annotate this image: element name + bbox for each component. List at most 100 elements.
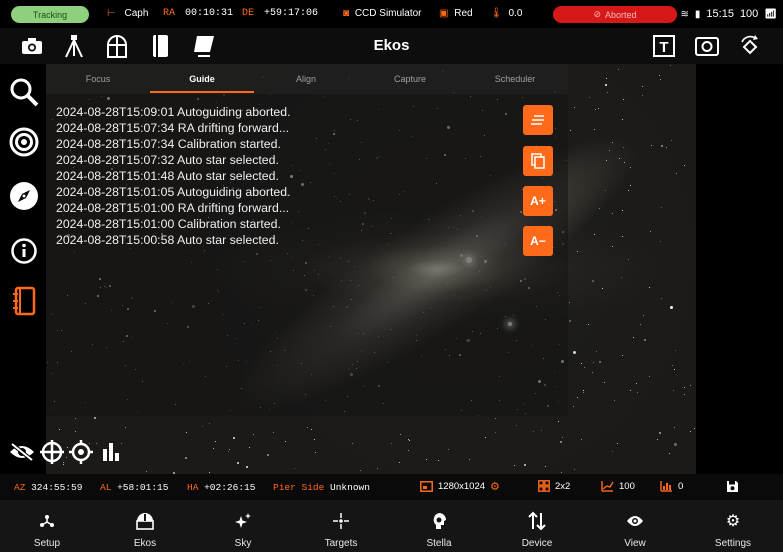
pier-side-readout: Pier Side Unknown xyxy=(273,482,370,493)
star xyxy=(605,84,607,86)
histogram-icon[interactable] xyxy=(97,438,125,466)
log-entry: 2024-08-28T15:01:00 Calibration started. xyxy=(56,217,281,231)
resolution-setting[interactable]: 1280x1024 ⚙ xyxy=(420,480,500,493)
text-overlay-icon[interactable]: T xyxy=(650,32,678,60)
star xyxy=(611,212,613,214)
gain-setting[interactable]: 0 xyxy=(660,480,683,492)
star xyxy=(59,429,61,431)
tab-scheduler[interactable]: Scheduler xyxy=(462,67,568,91)
tab-guide-label: Guide xyxy=(189,74,215,84)
battery-level: 100 xyxy=(739,8,759,20)
star xyxy=(569,301,570,303)
tab-align[interactable]: Align xyxy=(254,67,358,91)
compass-icon[interactable] xyxy=(9,181,39,211)
wifi-icon: 📶︎ xyxy=(764,8,777,20)
rotate-icon[interactable] xyxy=(736,32,764,60)
guide-status-badge[interactable]: ⊘ Aborted xyxy=(553,6,677,23)
tab-capture[interactable]: Capture xyxy=(358,67,462,91)
mount-icon: ⊢ xyxy=(107,8,116,19)
clear-icon xyxy=(531,115,544,125)
font-increase-label: A+ xyxy=(530,194,546,208)
search-icon[interactable] xyxy=(9,77,39,107)
star xyxy=(561,472,563,474)
notebook-icon[interactable] xyxy=(9,286,39,316)
svg-text:T: T xyxy=(659,39,668,56)
nav-device[interactable]: Device xyxy=(488,500,586,552)
target-icon[interactable] xyxy=(9,127,39,157)
guide-status-label: Aborted xyxy=(605,9,637,20)
hide-overlay-icon[interactable] xyxy=(8,438,36,466)
star xyxy=(591,280,594,283)
nav-stella-label: Stella xyxy=(426,538,452,549)
copy-log-button[interactable] xyxy=(523,146,553,176)
al-readout: AL +58:01:15 xyxy=(100,482,168,493)
star xyxy=(617,69,619,70)
sparkle-icon xyxy=(235,512,251,530)
font-increase-button[interactable]: A+ xyxy=(523,186,553,216)
star xyxy=(249,446,251,448)
guide-log: 2024-08-28T15:09:01 Autoguiding aborted.… xyxy=(56,104,291,248)
screenshot-icon[interactable] xyxy=(693,32,721,60)
pier-side-value: Unknown xyxy=(330,482,370,493)
guide-star-icon[interactable] xyxy=(67,438,95,466)
exposure-setting[interactable]: 100 xyxy=(601,480,635,492)
star xyxy=(622,355,624,357)
nav-sky-label: Sky xyxy=(234,538,252,549)
star xyxy=(588,323,589,325)
tab-focus[interactable]: Focus xyxy=(46,67,150,91)
tab-scheduler-label: Scheduler xyxy=(494,74,536,84)
star xyxy=(75,418,77,419)
mount-info-bar: AZ 324:55:59 AL +58:01:15 HA +02:26:15 P… xyxy=(0,474,783,500)
star xyxy=(237,461,240,464)
ra-label: RA xyxy=(163,8,176,19)
tracking-status-badge[interactable]: Tracking xyxy=(11,6,89,23)
de-label: DE xyxy=(242,8,255,19)
star xyxy=(593,128,595,130)
camera-icon: ◙ xyxy=(343,8,350,19)
star xyxy=(656,438,658,440)
nav-stella[interactable]: Stella xyxy=(390,500,488,552)
nav-sky[interactable]: Sky xyxy=(194,500,292,552)
info-icon[interactable] xyxy=(9,236,39,266)
ra-readout: RA 00:10:31 xyxy=(163,8,233,19)
crosshair-icon[interactable] xyxy=(38,438,66,466)
star xyxy=(266,454,269,457)
star xyxy=(494,417,496,419)
exposure-icon xyxy=(601,481,614,492)
temperature-value: 0.0 xyxy=(508,8,523,19)
gain-icon xyxy=(660,481,672,492)
tab-guide[interactable]: Guide xyxy=(150,67,254,91)
nav-view-label: View xyxy=(624,538,646,549)
nav-targets[interactable]: Targets xyxy=(292,500,390,552)
star xyxy=(622,146,624,148)
nav-view[interactable]: View xyxy=(586,500,684,552)
star xyxy=(627,190,629,191)
log-entry: 2024-08-28T15:01:00 RA drifting forward.… xyxy=(56,201,290,215)
star xyxy=(606,92,608,94)
nav-settings[interactable]: ⚙ Settings xyxy=(684,500,782,552)
star xyxy=(468,458,470,460)
star xyxy=(658,75,660,76)
star xyxy=(437,459,439,461)
star xyxy=(684,165,686,166)
target-name: Caph xyxy=(124,8,149,19)
network-icon xyxy=(39,512,55,530)
star xyxy=(484,437,486,439)
star xyxy=(561,437,563,439)
observatory-icon xyxy=(136,512,154,530)
nav-ekos[interactable]: Ekos xyxy=(96,500,194,552)
copy-icon xyxy=(531,153,545,169)
star xyxy=(604,190,606,191)
save-icon[interactable] xyxy=(726,480,739,496)
binning-setting[interactable]: 2x2 xyxy=(538,480,570,492)
nav-device-label: Device xyxy=(521,538,553,549)
star xyxy=(314,438,316,440)
star xyxy=(145,471,147,473)
nav-setup[interactable]: Setup xyxy=(0,500,96,552)
star xyxy=(669,64,671,66)
font-decrease-button[interactable]: A− xyxy=(523,226,553,256)
filter-indicator: ▣ Red xyxy=(439,8,473,19)
star xyxy=(125,427,126,429)
clear-log-button[interactable] xyxy=(523,105,553,135)
gear-icon: ⚙ xyxy=(490,481,500,493)
